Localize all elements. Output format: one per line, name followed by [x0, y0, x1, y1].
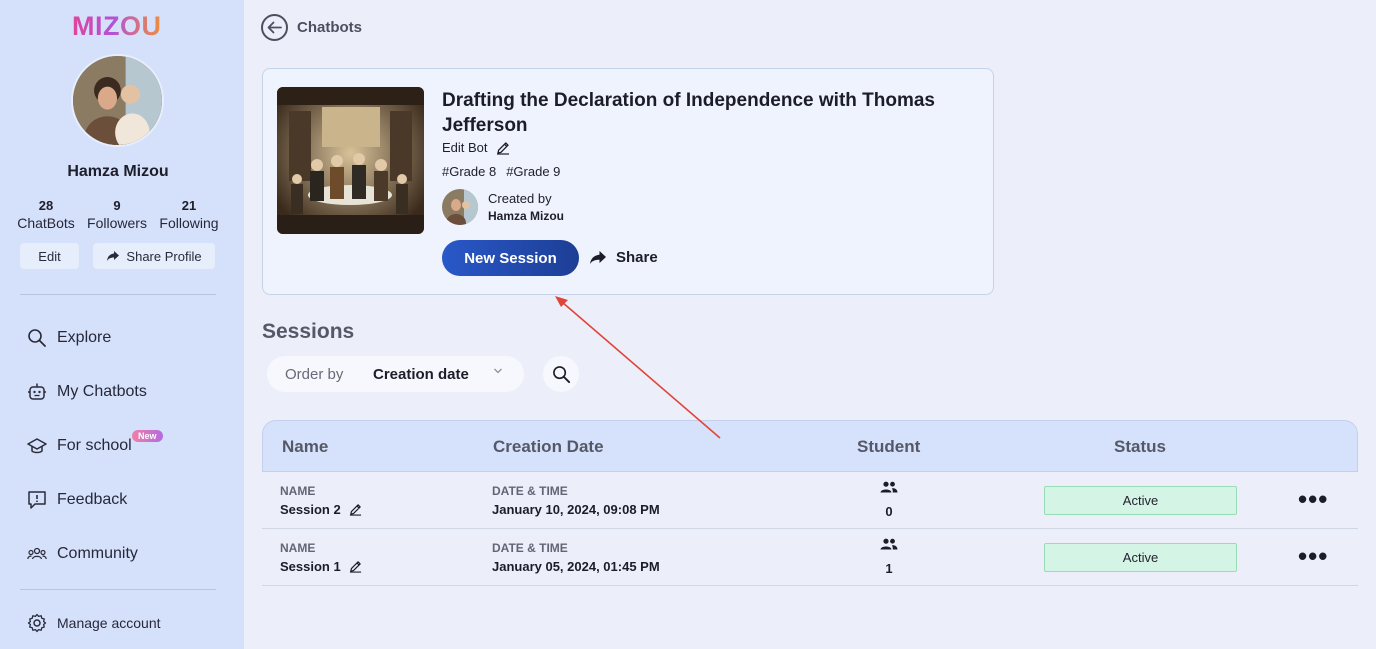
session-name-text: Session 2: [280, 502, 341, 517]
sidebar-item-my-chatbots[interactable]: My Chatbots: [27, 382, 147, 402]
new-session-button[interactable]: New Session: [442, 240, 579, 276]
search-icon: [28, 329, 46, 347]
name-label: NAME: [280, 541, 316, 555]
bot-card: Drafting the Declaration of Independence…: [262, 68, 994, 295]
date-label: DATE & TIME: [492, 541, 568, 555]
profile-photo: [73, 56, 162, 145]
student-count: 1: [885, 561, 893, 576]
order-by-label: Order by: [285, 365, 344, 383]
bot-cover-image: [277, 87, 424, 234]
pencil-icon[interactable]: [349, 560, 362, 573]
sidebar-item-label: My Chatbots: [57, 383, 147, 400]
order-by-select[interactable]: Order by Creation date: [267, 356, 524, 392]
bot-painting: [277, 87, 424, 234]
pencil-icon[interactable]: [349, 503, 362, 516]
column-header-creation-date[interactable]: Creation Date: [493, 437, 604, 457]
stat-following-value: 21: [181, 198, 197, 213]
session-date: January 05, 2024, 01:45 PM: [492, 559, 660, 574]
created-by-label: Created by: [488, 191, 552, 206]
stat-following-label: Following: [159, 215, 219, 231]
date-label: DATE & TIME: [492, 484, 568, 498]
table-row[interactable]: NAME Session 1 DATE & TIME January 05, 2…: [262, 529, 1358, 586]
tag[interactable]: #Grade 8: [442, 164, 496, 179]
sidebar-item-community[interactable]: Community: [27, 544, 138, 564]
sidebar-item-feedback[interactable]: Feedback: [27, 490, 127, 510]
student-count: 0: [885, 504, 893, 519]
sidebar-item-for-school[interactable]: For school: [27, 436, 132, 456]
robot-icon: [28, 383, 46, 400]
community-icon: [27, 547, 47, 560]
sidebar: MIZOU Hamza Mizou 28 ChatBots 9 Follower…: [0, 0, 244, 649]
manage-account-link[interactable]: Manage account: [27, 613, 161, 633]
share-button[interactable]: Share: [589, 249, 658, 266]
status-badge: Active: [1044, 486, 1237, 515]
tag[interactable]: #Grade 9: [506, 164, 560, 179]
edit-profile-button[interactable]: Edit: [20, 243, 79, 269]
share-arrow-icon: [107, 251, 120, 261]
graduation-cap-icon: [27, 438, 47, 454]
arrow-left-icon: [267, 21, 282, 34]
column-header-student[interactable]: Student: [857, 437, 920, 457]
sidebar-divider-top: [20, 294, 216, 295]
stat-following[interactable]: 21 Following: [154, 198, 224, 231]
column-header-name[interactable]: Name: [282, 437, 328, 457]
bot-title: Drafting the Declaration of Independence…: [442, 90, 935, 136]
search-icon: [552, 365, 570, 383]
session-date: January 10, 2024, 09:08 PM: [492, 502, 660, 517]
stat-followers-label: Followers: [87, 215, 147, 231]
stat-followers[interactable]: 9 Followers: [82, 198, 152, 231]
page-title: Chatbots: [297, 19, 362, 36]
feedback-icon: [28, 491, 46, 509]
stat-chatbots[interactable]: 28 ChatBots: [11, 198, 81, 231]
search-sessions-button[interactable]: [543, 356, 579, 392]
stat-followers-value: 9: [113, 198, 121, 213]
column-header-status[interactable]: Status: [1114, 437, 1166, 457]
new-badge: New: [132, 430, 163, 442]
share-label: Share: [616, 249, 658, 266]
manage-account-label: Manage account: [57, 615, 161, 631]
pencil-icon: [496, 141, 509, 155]
sidebar-item-label: Explore: [57, 329, 112, 346]
students-icon: [880, 481, 898, 493]
creator-avatar[interactable]: [442, 189, 478, 225]
session-name: Session 2: [280, 502, 362, 517]
sessions-table: Name Creation Date Student Status NAME S…: [262, 420, 1358, 586]
mizou-logo[interactable]: MIZOU: [72, 11, 162, 42]
sessions-heading: Sessions: [262, 320, 355, 343]
status-badge: Active: [1044, 543, 1237, 572]
back-button[interactable]: [261, 14, 288, 41]
sidebar-item-label: Feedback: [57, 491, 128, 508]
profile-name: Hamza Mizou: [67, 163, 169, 180]
bot-tags: #Grade 8 #Grade 9: [442, 164, 560, 179]
share-arrow-icon: [590, 251, 606, 264]
edit-bot-label: Edit Bot: [442, 140, 488, 155]
sidebar-item-explore[interactable]: Explore: [27, 328, 111, 348]
order-by-value: Creation date: [373, 365, 469, 383]
creator-photo: [442, 189, 478, 225]
table-row[interactable]: NAME Session 2 DATE & TIME January 10, 2…: [262, 472, 1358, 529]
stat-chatbots-value: 28: [38, 198, 54, 213]
table-header: Name Creation Date Student Status: [262, 420, 1358, 472]
creator-name[interactable]: Hamza Mizou: [488, 209, 564, 223]
sidebar-item-label: For school: [57, 437, 132, 454]
gear-icon: [27, 613, 47, 633]
sidebar-divider-bottom: [20, 589, 216, 590]
share-profile-label: Share Profile: [126, 248, 202, 264]
sidebar-item-label: Community: [57, 545, 138, 562]
more-options-icon[interactable]: •••: [1298, 486, 1328, 512]
session-name: Session 1: [280, 559, 362, 574]
more-options-icon[interactable]: •••: [1298, 543, 1328, 569]
stat-chatbots-label: ChatBots: [17, 215, 75, 231]
share-profile-button[interactable]: Share Profile: [93, 243, 215, 269]
students-icon: [880, 538, 898, 550]
profile-avatar[interactable]: [71, 54, 164, 147]
session-name-text: Session 1: [280, 559, 341, 574]
chevron-down-icon: [494, 368, 502, 374]
name-label: NAME: [280, 484, 316, 498]
edit-bot-button[interactable]: Edit Bot: [442, 140, 510, 155]
